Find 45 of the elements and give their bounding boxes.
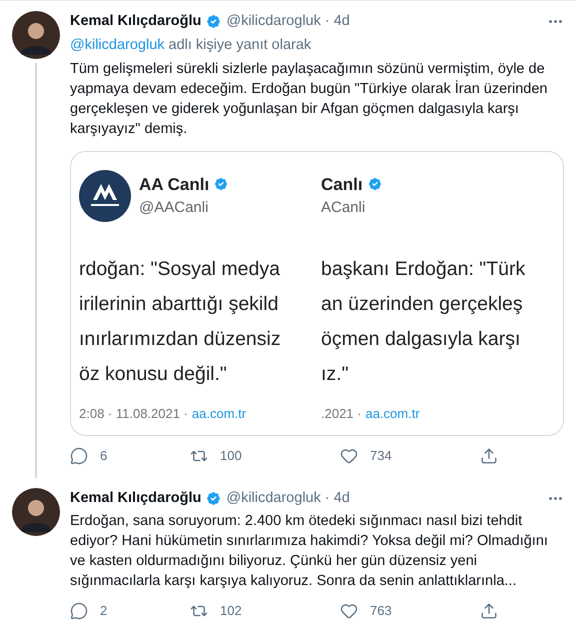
action-count: 763	[370, 602, 392, 620]
quoted-text: başkanı Erdoğan: "Türk	[321, 256, 526, 282]
account-name: AA Canlı	[139, 174, 210, 196]
avatar[interactable]	[12, 488, 60, 536]
share-icon[interactable]	[480, 602, 498, 620]
reply-icon[interactable]	[70, 602, 88, 620]
mention-link[interactable]: @kilicdarogluk	[70, 34, 165, 56]
account-handle: @AACanli	[139, 198, 210, 218]
action-count: 102	[220, 602, 242, 620]
account-name: Canlı	[321, 174, 363, 196]
share-icon[interactable]	[480, 446, 498, 465]
timestamp: 2:08 · 11.08.2021 ·	[79, 404, 188, 422]
action-count: 2	[100, 602, 108, 620]
tweet-image[interactable]	[70, 150, 564, 436]
tweet-text: Tüm gelişmeleri sürekli sizlerle paylaşacağımın sözünü vermiştim, öyle de yapmaya devam edeceğim. Erdoğan bugün "Türkiye olarak İran üzerinden gerçekleşen ve giderek yoğunlaşan bir Afgan göçmen dalgasıyla karşı karşıyayız" demiş.	[70, 60, 548, 138]
timestamp: .2021 ·	[321, 404, 362, 422]
author-name[interactable]: Kemal Kılıçdaroğlu	[70, 488, 202, 510]
verified-icon	[213, 176, 230, 192]
reply-icon[interactable]	[70, 446, 88, 465]
reply-context: adlı kişiye yanıt olarak	[168, 36, 312, 55]
quoted-text: öz konusu değil."	[79, 362, 228, 386]
author-handle[interactable]: @kilicdarogluk	[226, 488, 321, 510]
author-handle[interactable]: @kilicdarogluk	[226, 11, 321, 33]
quoted-text: an üzerinden gerçekleş	[321, 292, 524, 316]
tweet-time[interactable]: 4d	[334, 11, 350, 33]
quoted-text: irilerinin abarttığı şekild	[79, 292, 280, 316]
verified-icon	[366, 176, 383, 192]
source-link: aa.com.tr	[192, 404, 246, 422]
action-count: 6	[100, 447, 108, 465]
action-count: 734	[370, 447, 392, 465]
tweet-time[interactable]: 4d	[334, 488, 350, 510]
source-link: aa.com.tr	[365, 404, 420, 422]
heart-icon[interactable]	[340, 602, 358, 620]
quoted-text: ız."	[321, 362, 350, 386]
tweet-text: Erdoğan, sana soruyorum: 2.400 km ötedeki sığınmacı nasıl bizi tehdit ediyor? Hani hükümetin sınırlarımıza hakimdi? Yoksa değil mi? Olmadığını ve kasten oldurmadığını biliyoruz. Çünkü her gün düzensiz yeni sığınmacılarla karşı karşıya kalıyoruz. Sonra da senin anlattıklarınla...	[70, 512, 549, 592]
account-handle: ACanli	[321, 198, 366, 218]
quoted-text: öçmen dalgasıyla karşı	[321, 326, 522, 352]
quoted-text: ınırlarımızdan düzensiz	[79, 326, 282, 352]
author-name[interactable]: Kemal Kılıçdaroğlu	[70, 11, 202, 33]
avatar[interactable]	[12, 11, 60, 59]
quoted-text: rdoğan: "Sosyal medya	[79, 256, 281, 282]
heart-icon[interactable]	[340, 446, 358, 465]
separator-dot: ·	[324, 488, 330, 508]
action-count: 100	[220, 447, 242, 465]
separator-dot: ·	[324, 12, 330, 31]
